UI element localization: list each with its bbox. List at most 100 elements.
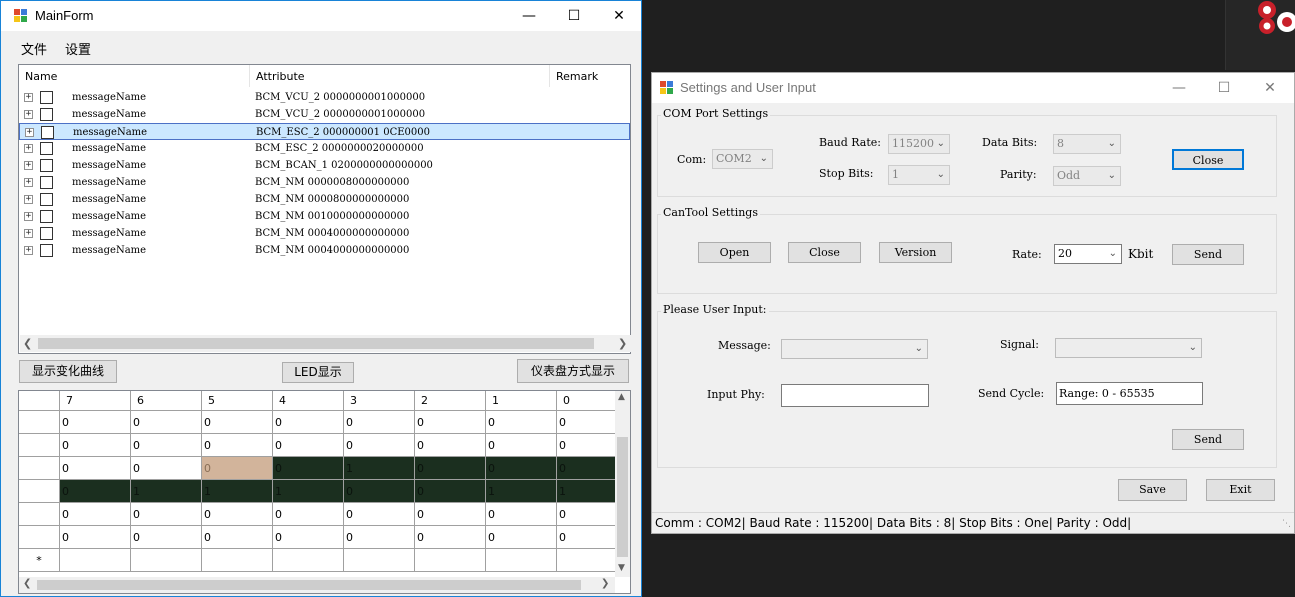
menu-settings[interactable]: 设置 — [65, 39, 91, 58]
grid-cell[interactable]: 1 — [131, 480, 202, 503]
com-close-button[interactable]: Close — [1172, 149, 1244, 170]
expand-icon[interactable]: + — [24, 178, 33, 187]
grid-horizontal-scrollbar[interactable]: ❮ ❯ — [19, 577, 615, 593]
grid-cell[interactable]: 0 — [415, 526, 486, 549]
expand-icon[interactable]: + — [24, 212, 33, 221]
grid-row-header[interactable] — [19, 457, 60, 480]
expand-icon[interactable]: + — [24, 144, 33, 153]
maximize-button[interactable]: ☐ — [552, 1, 596, 31]
baud-rate-select[interactable]: 115200 ⌄ — [888, 134, 950, 154]
tree-row[interactable]: + messageName BCM_NM 0004000000000000 — [19, 242, 630, 259]
tree-row[interactable]: + messageName BCM_VCU_2 0000000001000000 — [19, 89, 630, 106]
grid-cell[interactable]: 0 — [273, 457, 344, 480]
grid-cell[interactable]: 0 — [486, 457, 557, 480]
grid-cell[interactable]: 0 — [486, 411, 557, 434]
save-button[interactable]: Save — [1118, 479, 1187, 501]
row-checkbox[interactable] — [40, 142, 53, 155]
input-phy-field[interactable] — [781, 384, 929, 407]
column-header-remark[interactable]: Remark — [550, 65, 630, 87]
stop-bits-select[interactable]: 1 ⌄ — [888, 165, 950, 185]
exit-button[interactable]: Exit — [1206, 479, 1275, 501]
grid-cell[interactable]: 0 — [131, 457, 202, 480]
tree-row[interactable]: + messageName BCM_NM 0000008000000000 — [19, 174, 630, 191]
grid-new-row-marker[interactable]: * — [19, 549, 60, 572]
minimize-button[interactable]: — — [507, 1, 551, 31]
horizontal-scrollbar[interactable]: ❮ ❯ — [20, 335, 631, 352]
grid-scroll-left-icon[interactable]: ❮ — [23, 578, 31, 589]
grid-column-header[interactable]: 4 — [273, 391, 344, 411]
grid-cell[interactable]: 0 — [273, 526, 344, 549]
grid-cell[interactable]: 1 — [273, 480, 344, 503]
message-tree-view[interactable]: Name Attribute Remark + messageName BCM_VC… — [18, 64, 631, 354]
vertical-scrollbar-thumb[interactable] — [617, 437, 628, 557]
grid-cell[interactable]: 0 — [273, 434, 344, 457]
tree-row[interactable]: + messageName BCM_NM 0010000000000000 — [19, 208, 630, 225]
grid-cell[interactable]: 0 — [415, 434, 486, 457]
expand-icon[interactable]: + — [24, 161, 33, 170]
grid-row-header[interactable] — [19, 503, 60, 526]
tree-row[interactable]: + messageName BCM_VCU_2 0000000001000000 — [19, 106, 630, 123]
grid-cell[interactable]: 0 — [344, 434, 415, 457]
settings-minimize-button[interactable]: — — [1157, 73, 1201, 103]
grid-cell[interactable]: 0 — [60, 480, 131, 503]
row-checkbox[interactable] — [40, 227, 53, 240]
close-window-button[interactable]: ✕ — [597, 1, 641, 31]
grid-cell[interactable]: 0 — [131, 526, 202, 549]
grid-cell[interactable]: 0 — [415, 480, 486, 503]
expand-icon[interactable]: + — [24, 93, 33, 102]
grid-cell[interactable]: 0 — [486, 526, 557, 549]
grid-cell[interactable]: 1 — [202, 480, 273, 503]
grid-cell[interactable]: 0 — [344, 480, 415, 503]
grid-cell[interactable]: 0 — [60, 457, 131, 480]
com-select[interactable]: COM2 ⌄ — [712, 149, 773, 169]
tree-row[interactable]: + messageName BCM_NM 0004000000000000 — [19, 225, 630, 242]
cantool-open-button[interactable]: Open — [698, 242, 771, 263]
grid-column-header[interactable]: 3 — [344, 391, 415, 411]
grid-cell[interactable]: 0 — [60, 526, 131, 549]
expand-icon[interactable]: + — [24, 246, 33, 255]
scroll-up-icon[interactable]: ▲ — [618, 392, 625, 402]
grid-column-header[interactable]: 1 — [486, 391, 557, 411]
grid-cell[interactable]: 0 — [486, 434, 557, 457]
scroll-left-icon[interactable]: ❮ — [23, 337, 32, 350]
grid-cell[interactable]: 0 — [273, 411, 344, 434]
grid-row-header[interactable] — [19, 411, 60, 434]
grid-cell[interactable]: 0 — [486, 503, 557, 526]
grid-scrollbar-thumb[interactable] — [37, 580, 581, 590]
grid-cell[interactable]: 0 — [415, 457, 486, 480]
send-cycle-field[interactable]: Range: 0 - 65535 — [1056, 382, 1203, 405]
settings-maximize-button[interactable]: ☐ — [1202, 73, 1246, 103]
expand-icon[interactable]: + — [24, 195, 33, 204]
row-checkbox[interactable] — [41, 126, 54, 139]
grid-row-header[interactable] — [19, 434, 60, 457]
user-input-send-button[interactable]: Send — [1172, 429, 1244, 450]
cantool-send-button[interactable]: Send — [1172, 244, 1244, 265]
scrollbar-thumb[interactable] — [38, 338, 594, 349]
grid-column-header[interactable]: 2 — [415, 391, 486, 411]
grid-column-header[interactable]: 7 — [60, 391, 131, 411]
show-curve-button[interactable]: 显示变化曲线 — [19, 360, 117, 383]
row-checkbox[interactable] — [40, 108, 53, 121]
grid-cell[interactable]: 0 — [202, 434, 273, 457]
grid-cell[interactable]: 0 — [131, 434, 202, 457]
bit-grid[interactable]: 7654321000000000000000000000100001110011… — [18, 390, 631, 594]
grid-new-row-cell[interactable] — [486, 549, 557, 572]
grid-scroll-right-icon[interactable]: ❯ — [601, 578, 609, 589]
expand-icon[interactable]: + — [25, 128, 34, 137]
row-checkbox[interactable] — [40, 91, 53, 104]
cantool-close-button[interactable]: Close — [788, 242, 861, 263]
parity-select[interactable]: Odd ⌄ — [1053, 166, 1121, 186]
grid-cell[interactable]: 0 — [202, 503, 273, 526]
grid-row-header[interactable] — [19, 526, 60, 549]
grid-column-header[interactable]: 6 — [131, 391, 202, 411]
grid-new-row-cell[interactable] — [344, 549, 415, 572]
column-header-attribute[interactable]: Attribute — [250, 65, 550, 87]
resize-grip-icon[interactable]: ⋱ — [1282, 514, 1291, 534]
grid-new-row-cell[interactable] — [60, 549, 131, 572]
grid-new-row-cell[interactable] — [273, 549, 344, 572]
expand-icon[interactable]: + — [24, 110, 33, 119]
grid-cell[interactable]: 0 — [273, 503, 344, 526]
grid-cell[interactable]: 0 — [344, 503, 415, 526]
scroll-down-icon[interactable]: ▼ — [618, 563, 625, 573]
rate-select[interactable]: 20 ⌄ — [1054, 244, 1122, 264]
